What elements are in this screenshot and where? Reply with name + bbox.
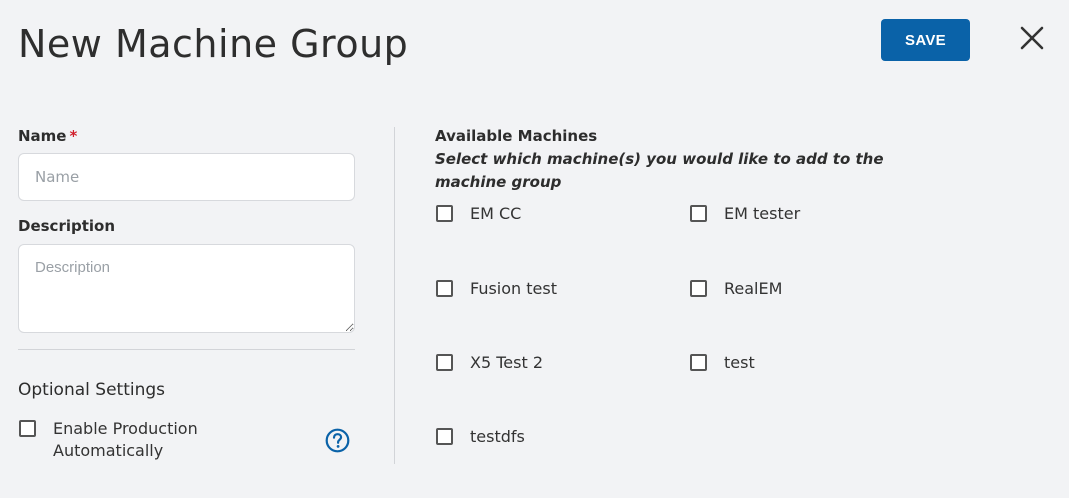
machine-checkbox-em-tester[interactable] (690, 205, 707, 222)
machine-checkbox-testdfs[interactable] (436, 428, 453, 445)
machine-checkbox-em-cc[interactable] (436, 205, 453, 222)
available-machines-subtitle-line1: Select which machine(s) you would like t… (435, 150, 884, 168)
machine-label-realem: RealEM (724, 279, 783, 298)
machine-checkbox-fusion-test[interactable] (436, 280, 453, 297)
enable-production-checkbox[interactable] (19, 420, 36, 437)
machine-label-x5-test-2: X5 Test 2 (470, 353, 543, 372)
available-machines-title: Available Machines (435, 127, 598, 145)
save-button[interactable]: SAVE (881, 19, 970, 61)
machine-checkbox-x5-test-2[interactable] (436, 354, 453, 371)
machine-label-test: test (724, 353, 755, 372)
close-button[interactable] (1016, 22, 1048, 54)
available-machines-subtitle: Select which machine(s) you would like t… (435, 148, 905, 194)
name-input[interactable] (18, 153, 355, 201)
machine-label-em-tester: EM tester (724, 204, 801, 223)
required-marker: * (69, 127, 78, 145)
machine-checkbox-realem[interactable] (690, 280, 707, 297)
machine-checkbox-test[interactable] (690, 354, 707, 371)
page-title: New Machine Group (18, 22, 409, 66)
section-divider (18, 349, 355, 350)
machine-label-testdfs: testdfs (470, 427, 525, 446)
optional-settings-title: Optional Settings (18, 380, 166, 400)
close-icon (1020, 26, 1044, 50)
description-label: Description (18, 217, 116, 235)
name-label: Name * (18, 127, 77, 145)
machine-label-em-cc: EM CC (470, 204, 522, 223)
description-textarea[interactable] (18, 244, 355, 333)
column-divider (394, 127, 395, 464)
enable-production-label: Enable Production Automatically (53, 418, 198, 462)
available-machines-subtitle-line2: machine group (435, 173, 562, 191)
name-label-text: Name (18, 127, 67, 145)
enable-production-label-line2: Automatically (53, 441, 164, 460)
question-circle-icon[interactable] (325, 428, 350, 453)
machine-label-fusion-test: Fusion test (470, 279, 557, 298)
enable-production-label-line1: Enable Production (53, 419, 198, 438)
